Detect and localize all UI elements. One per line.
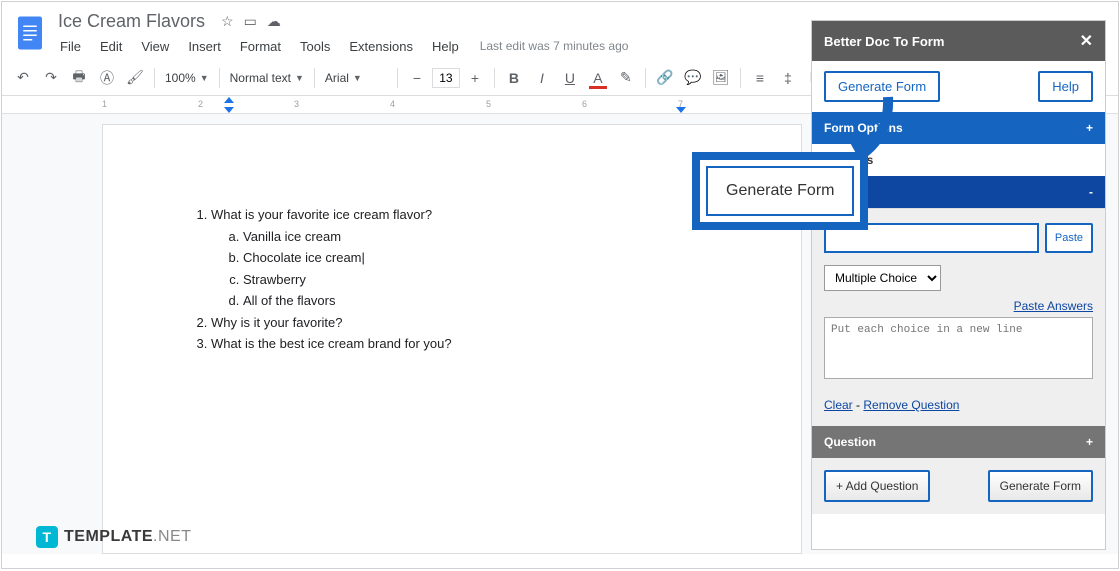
redo-icon[interactable]: ↷ [38, 65, 64, 91]
option-c[interactable]: Strawberry [243, 270, 711, 290]
add-question-button[interactable]: + Add Question [824, 470, 930, 502]
question-footer-header[interactable]: Question+ [812, 426, 1105, 458]
decrease-font-icon[interactable]: − [404, 65, 430, 91]
ruler-tick: 2 [198, 99, 203, 109]
clear-link[interactable]: Clear [824, 398, 853, 412]
line-spacing-icon[interactable]: ‡ [775, 65, 801, 91]
question-3[interactable]: What is the best ice cream brand for you… [211, 334, 711, 354]
menu-file[interactable]: File [52, 36, 89, 57]
minus-icon: - [1089, 185, 1093, 199]
option-a[interactable]: Vanilla ice cream [243, 227, 711, 247]
document-title[interactable]: Ice Cream Flavors [52, 10, 211, 33]
last-edit-text[interactable]: Last edit was 7 minutes ago [480, 39, 629, 53]
menu-tools[interactable]: Tools [292, 36, 338, 57]
insert-comment-icon[interactable]: 💬 [680, 65, 706, 91]
bold-icon[interactable]: B [501, 65, 527, 91]
insert-image-icon[interactable]: 🖼 [708, 65, 734, 91]
addon-title: Better Doc To Form [824, 34, 944, 49]
bottom-generate-form-button[interactable]: Generate Form [988, 470, 1093, 502]
paint-format-icon[interactable]: 🖌 [122, 65, 148, 91]
align-icon[interactable]: ≡ [747, 65, 773, 91]
text-color-icon[interactable]: A [585, 65, 611, 91]
ruler-tick: 5 [486, 99, 491, 109]
menu-edit[interactable]: Edit [92, 36, 130, 57]
option-d[interactable]: All of the flavors [243, 291, 711, 311]
ruler-tick: 6 [582, 99, 587, 109]
menu-format[interactable]: Format [232, 36, 289, 57]
insert-link-icon[interactable]: 🔗 [652, 65, 678, 91]
help-button[interactable]: Help [1038, 71, 1093, 102]
font-size-input[interactable] [432, 68, 460, 88]
increase-font-icon[interactable]: + [462, 65, 488, 91]
highlight-icon[interactable]: ✎ [613, 65, 639, 91]
question-type-select[interactable]: Multiple Choice [824, 265, 941, 291]
remove-question-link[interactable]: Remove Question [863, 398, 959, 412]
spellcheck-icon[interactable]: Ⓐ [94, 65, 120, 91]
callout-overlay: Generate Form [692, 152, 868, 230]
template-logo-icon: T [36, 526, 58, 548]
menu-view[interactable]: View [133, 36, 177, 57]
print-icon[interactable]: 🖶 [66, 65, 92, 91]
cloud-saved-icon[interactable]: ☁ [267, 13, 281, 30]
ruler-tick: 7 [678, 99, 683, 109]
underline-icon[interactable]: U [557, 65, 583, 91]
ruler-tick: 3 [294, 99, 299, 109]
menu-help[interactable]: Help [424, 36, 467, 57]
star-icon[interactable]: ☆ [221, 13, 234, 30]
option-b[interactable]: Chocolate ice cream [243, 248, 711, 268]
callout-arrow-icon [798, 87, 898, 177]
indent-marker-top-icon[interactable] [224, 97, 234, 103]
italic-icon[interactable]: I [529, 65, 555, 91]
question-body: Paste Multiple Choice Paste Answers Clea… [812, 208, 1105, 426]
ruler-tick: 1 [102, 99, 107, 109]
ruler-tick: 4 [390, 99, 395, 109]
indent-marker-bottom-icon[interactable] [224, 107, 234, 113]
addon-header: Better Doc To Form ✕ [812, 21, 1105, 61]
undo-icon[interactable]: ↶ [10, 65, 36, 91]
watermark: T TEMPLATE.NET [36, 526, 191, 548]
question-2[interactable]: Why is it your favorite? [211, 313, 711, 333]
style-select[interactable]: Normal text▼ [226, 66, 308, 90]
choices-textarea[interactable] [824, 317, 1093, 379]
menu-insert[interactable]: Insert [180, 36, 229, 57]
paste-answers-link[interactable]: Paste Answers [824, 299, 1093, 313]
close-icon[interactable]: ✕ [1080, 31, 1093, 51]
zoom-select[interactable]: 100%▼ [161, 66, 213, 90]
docs-logo-icon[interactable] [12, 10, 48, 56]
move-folder-icon[interactable]: ▭ [244, 13, 257, 30]
paste-button[interactable]: Paste [1045, 223, 1093, 253]
plus-icon: + [1086, 435, 1093, 449]
menu-extensions[interactable]: Extensions [341, 36, 421, 57]
font-select[interactable]: Arial▼ [321, 66, 391, 90]
question-1[interactable]: What is your favorite ice cream flavor? … [211, 205, 711, 311]
plus-icon: + [1086, 121, 1093, 135]
